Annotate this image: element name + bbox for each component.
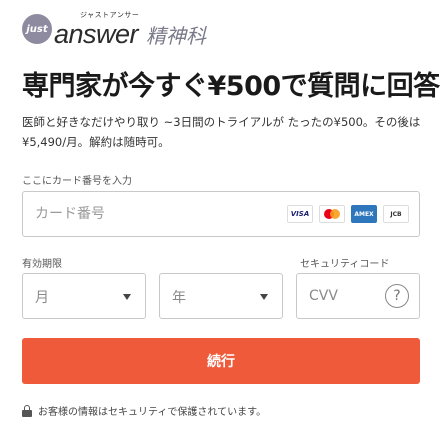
card-number-label: ここにカード番号を入力 bbox=[22, 176, 132, 187]
secure-note-text: お客様の情報はセキュリティで保護されています。 bbox=[38, 407, 267, 418]
lock-icon bbox=[22, 404, 32, 417]
cvv-field-box: ? bbox=[296, 273, 420, 319]
payment-page: ジャストアンサー just answer 精神科 専門家が今すぐ¥500で質問に… bbox=[0, 0, 444, 448]
jcb-icon: JCB bbox=[383, 205, 409, 223]
chevron-down-icon bbox=[123, 294, 131, 300]
expiry-year-select[interactable]: 年 bbox=[159, 273, 283, 319]
offer-description: 医師と好きなだけやり取り ~3日間のトライアルが たったの¥500。その後は¥5… bbox=[22, 115, 421, 149]
brand-name: answer bbox=[54, 19, 139, 49]
expiry-label: 有効期限 bbox=[22, 259, 62, 270]
mastercard-icon bbox=[319, 205, 345, 223]
brand-logo: ジャストアンサー just answer 精神科 bbox=[22, 11, 207, 49]
brand-ruby: ジャストアンサー bbox=[80, 11, 140, 19]
secure-note: お客様の情報はセキュリティで保護されています。 bbox=[22, 403, 266, 418]
expiry-month-select[interactable]: 月 bbox=[22, 273, 146, 319]
expiry-year-value: 年 bbox=[172, 290, 186, 306]
card-number-input[interactable] bbox=[35, 202, 265, 226]
page-headline: 専門家が今すぐ¥500で質問に回答 bbox=[22, 71, 440, 102]
help-icon[interactable]: ? bbox=[385, 284, 409, 308]
cvv-input[interactable] bbox=[309, 284, 379, 308]
expiry-month-value: 月 bbox=[35, 290, 49, 306]
card-brand-icons: VISA AMEX JCB bbox=[287, 205, 409, 223]
amex-icon: AMEX bbox=[351, 205, 377, 223]
brand-badge: just bbox=[22, 14, 52, 44]
continue-button[interactable]: 続行 bbox=[22, 338, 420, 384]
visa-icon: VISA bbox=[287, 205, 313, 223]
chevron-down-icon bbox=[260, 294, 268, 300]
cvv-label: セキュリティコード bbox=[300, 259, 390, 270]
brand-subtitle: 精神科 bbox=[146, 24, 207, 48]
card-number-field-box: VISA AMEX JCB bbox=[22, 191, 420, 237]
